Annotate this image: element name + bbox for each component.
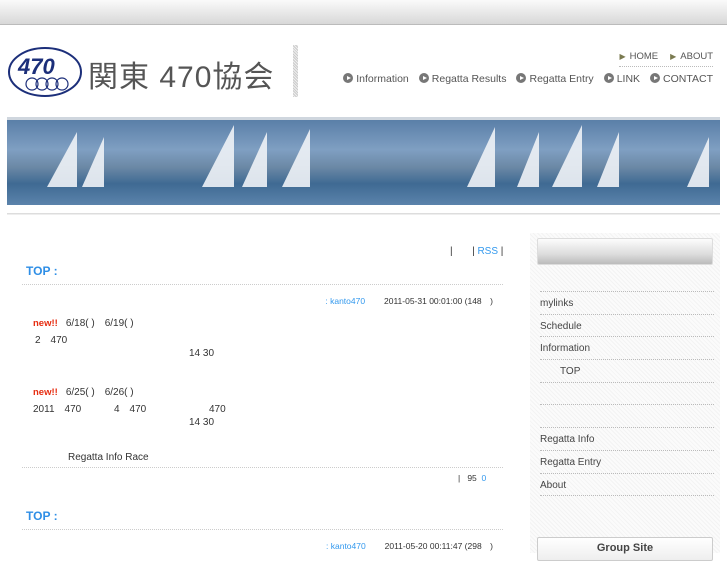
post-title[interactable]: TOP : (22, 509, 503, 523)
nav-label: LINK (616, 73, 641, 85)
sidebar-item-mylinks[interactable]: mylinks (540, 291, 714, 314)
sidebar-item-top[interactable]: TOP (540, 359, 714, 382)
author-link[interactable]: : kanto470 (326, 541, 366, 551)
post-line: 2011 470 4 470 470 (33, 404, 226, 415)
play-icon (650, 73, 661, 83)
sidebar-item[interactable] (540, 404, 714, 427)
play-icon (343, 73, 354, 83)
sub-nav: ▶ HOME ▶ ABOUT (619, 51, 713, 67)
new-badge: new!! (33, 318, 58, 329)
new-badge: new!! (33, 387, 58, 398)
post-line: new!! 6/25( ) 6/26( ) (33, 383, 134, 398)
feed-links: | | RSS | (450, 246, 503, 257)
post-line: 14 30 (189, 348, 215, 359)
post-line: 14 30 (189, 417, 215, 428)
nav-home[interactable]: ▶ HOME (619, 51, 658, 62)
sidebar-item-about[interactable]: About (540, 472, 714, 496)
post: TOP : : kanto470 2011-05-20 00:11:47 (29… (22, 509, 503, 552)
separator: | (450, 246, 453, 257)
text: 6/25( ) 6/26( ) (65, 387, 134, 398)
nav-regatta-entry[interactable]: Regatta Entry (516, 73, 594, 85)
sidebar-item[interactable] (540, 495, 714, 518)
sidebar-header (537, 238, 713, 265)
regatta-info-race-link[interactable]: Regatta Info Race (68, 452, 149, 463)
sidebar-item-regatta-entry[interactable]: Regatta Entry (540, 449, 714, 473)
nav-contact[interactable]: CONTACT (650, 73, 713, 85)
sidebar-item-regatta-info[interactable]: Regatta Info (540, 427, 714, 450)
nav-about[interactable]: ▶ ABOUT (670, 51, 713, 62)
author-link[interactable]: : kanto470 (325, 296, 365, 306)
rss-link[interactable]: RSS (477, 246, 498, 257)
post: TOP : : kanto470 2011-05-31 00:01:00 (14… (22, 264, 503, 307)
divider (22, 529, 503, 530)
count: 95 (467, 473, 477, 483)
svg-text:470: 470 (17, 54, 55, 79)
logo-icon: 470 (8, 47, 82, 97)
post-date: 2011-05-31 00:01:00 (148 ) (383, 296, 493, 306)
sidebar-item[interactable] (540, 381, 714, 405)
post-footer: | 95 0 (458, 473, 486, 483)
main-nav: Information Regatta Results Regatta Entr… (343, 73, 713, 85)
sidebar-group-site-header: Group Site (537, 537, 713, 561)
separator: | (472, 246, 475, 257)
play-icon (603, 73, 614, 83)
header-banner-image (7, 117, 720, 205)
nav-information[interactable]: Information (343, 73, 409, 85)
site-title: 関東 470協会 (88, 61, 275, 94)
nav-regatta-results[interactable]: Regatta Results (418, 73, 507, 85)
nav-about-label: ABOUT (680, 51, 713, 62)
divider (22, 467, 503, 468)
play-icon (418, 73, 429, 83)
play-icon (516, 73, 527, 83)
nav-label: Regatta Results (431, 73, 507, 85)
post-line: 2 470 (35, 335, 68, 346)
separator: | (458, 473, 461, 483)
post-line: new!! 6/18( ) 6/19( ) (33, 314, 134, 329)
nav-link[interactable]: LINK (603, 73, 641, 85)
nav-label: CONTACT (663, 73, 713, 85)
sidebar-item-information[interactable]: Information (540, 336, 714, 359)
top-bar (0, 0, 727, 25)
nav-home-label: HOME (629, 51, 659, 62)
triangle-icon: ▶ (619, 52, 626, 61)
nav-label: Information (356, 73, 409, 85)
sidebar-list: mylinks Schedule Information TOP Regatta… (540, 291, 714, 518)
divider (293, 45, 298, 97)
divider (22, 284, 503, 285)
comment-link[interactable]: 0 (482, 473, 487, 483)
triangle-icon: ▶ (670, 52, 677, 61)
post-meta: : kanto470 2011-05-20 00:11:47 (298 ) (22, 540, 503, 552)
post-date: 2011-05-20 00:11:47 (298 ) (384, 541, 493, 551)
separator: | (500, 246, 504, 257)
text: 6/18( ) 6/19( ) (65, 318, 134, 329)
divider (7, 213, 720, 215)
post-title[interactable]: TOP : (22, 264, 503, 278)
sidebar-item-schedule[interactable]: Schedule (540, 313, 714, 337)
logo[interactable]: 470 (8, 46, 84, 98)
nav-label: Regatta Entry (529, 73, 594, 85)
post-meta: : kanto470 2011-05-31 00:01:00 (148 ) (22, 295, 503, 307)
sidebar: mylinks Schedule Information TOP Regatta… (530, 233, 720, 561)
